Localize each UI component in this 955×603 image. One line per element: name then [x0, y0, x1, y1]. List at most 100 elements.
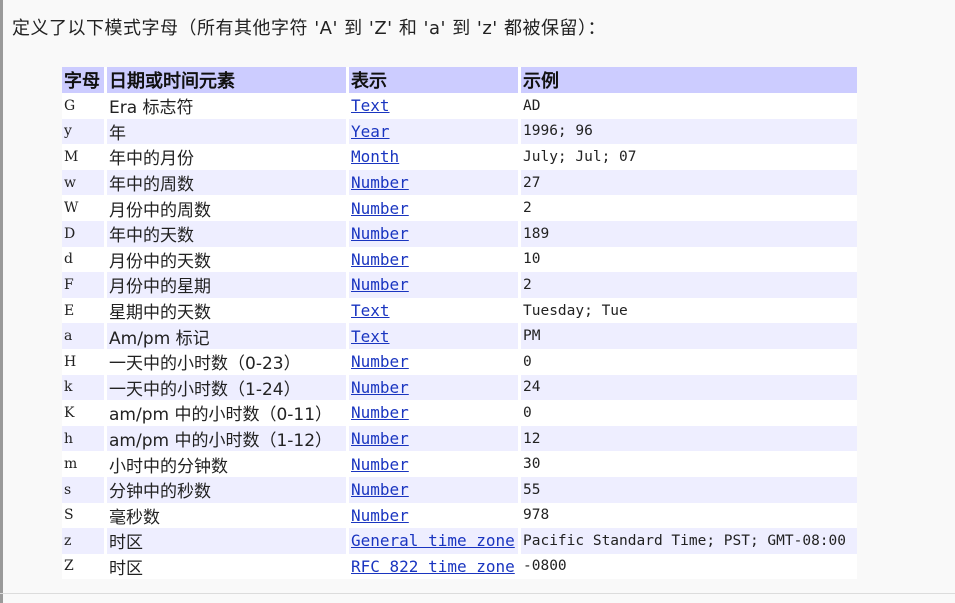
example-cell: 2 — [519, 195, 857, 221]
date-time-element: 时区 — [105, 553, 349, 580]
date-time-element: 年中的周数 — [105, 169, 349, 196]
table-row: E 星期中的天数 Text Tuesday; Tue — [62, 297, 857, 324]
header-element: 日期或时间元素 — [105, 67, 349, 93]
example-cell: 189 — [519, 220, 857, 247]
example-cell: 30 — [519, 451, 857, 477]
table-row: Kam/pm 中的小时数（0-11） Number 0 — [62, 400, 857, 426]
date-time-element: 月份中的星期 — [105, 272, 349, 298]
date-time-element: 毫秒数 — [105, 502, 349, 529]
presentation-cell: Number — [347, 476, 521, 503]
presentation-link[interactable]: Number — [351, 275, 409, 294]
example-cell: 24 — [519, 374, 857, 401]
presentation-link[interactable]: Year — [351, 122, 390, 141]
date-time-element: Era 标志符 — [105, 93, 349, 119]
header-letter: 字母 — [62, 67, 107, 93]
table-row: y 年 Year 1996; 96 — [62, 118, 857, 145]
table-header-row: 字母 日期或时间元素 表示 示例 — [62, 67, 857, 93]
pattern-letter: m — [62, 451, 107, 477]
presentation-cell: Number — [347, 425, 521, 452]
presentation-link[interactable]: Number — [351, 199, 409, 218]
example-cell: AD — [519, 93, 857, 119]
presentation-link[interactable]: Month — [351, 147, 399, 166]
presentation-cell: Number — [347, 195, 521, 221]
table-row: m 小时中的分钟数 Number 30 — [62, 451, 857, 477]
presentation-cell: Text — [347, 297, 521, 324]
example-cell: 0 — [519, 348, 857, 375]
presentation-link[interactable]: Number — [351, 403, 409, 422]
presentation-link[interactable]: Text — [351, 301, 390, 320]
example-cell: 10 — [519, 246, 857, 273]
table-row: S 毫秒数 Number 978 — [62, 502, 857, 529]
example-cell: July; Jul; 07 — [519, 144, 857, 170]
date-time-element: 一天中的小时数（0-23） — [105, 348, 349, 375]
example-cell: 12 — [519, 425, 857, 452]
presentation-cell: Year — [347, 118, 521, 145]
presentation-cell: Number — [347, 169, 521, 196]
table-row: W 月份中的周数 Number 2 — [62, 195, 857, 221]
table-row: H 一天中的小时数（0-23） Number 0 — [62, 348, 857, 375]
pattern-letter: y — [62, 118, 107, 145]
table-row: s 分钟中的秒数 Number 55 — [62, 476, 857, 503]
presentation-cell: RFC 822 time zone — [347, 553, 521, 580]
date-time-element: 月份中的周数 — [105, 195, 349, 221]
intro-paragraph: 定义了以下模式字母（所有其他字符 'A' 到 'Z' 和 'a' 到 'z' 都… — [12, 18, 606, 39]
table-row: w 年中的周数 Number 27 — [62, 169, 857, 196]
date-time-element: 一天中的小时数（1-24） — [105, 374, 349, 401]
presentation-cell: General time zone — [347, 528, 521, 554]
presentation-link[interactable]: Number — [351, 506, 409, 525]
presentation-link[interactable]: RFC 822 time zone — [351, 557, 515, 576]
document-page: 定义了以下模式字母（所有其他字符 'A' 到 'Z' 和 'a' 到 'z' 都… — [0, 0, 955, 603]
example-cell: 27 — [519, 169, 857, 196]
pattern-letter: H — [62, 348, 107, 375]
table-body: G Era 标志符 Text AD y 年 Year 1996; 96 M 年中的月份 Month J… — [62, 93, 857, 580]
presentation-cell: Text — [347, 323, 521, 349]
presentation-cell: Number — [347, 272, 521, 298]
pattern-letter: Z — [62, 553, 107, 580]
date-time-element: am/pm 中的小时数（1-12） — [105, 425, 349, 452]
presentation-link[interactable]: Number — [351, 250, 409, 269]
header-presentation: 表示 — [347, 67, 521, 93]
presentation-cell: Number — [347, 451, 521, 477]
presentation-cell: Number — [347, 348, 521, 375]
pattern-letter: S — [62, 502, 107, 529]
table-row: z 时区 General time zone Pacific Standard Tim… — [62, 528, 857, 554]
presentation-cell: Number — [347, 400, 521, 426]
presentation-link[interactable]: Number — [351, 378, 409, 397]
presentation-link[interactable]: Number — [351, 173, 409, 192]
pattern-letter: F — [62, 272, 107, 298]
presentation-link[interactable]: Number — [351, 224, 409, 243]
pattern-letter: E — [62, 297, 107, 324]
table-row: h am/pm 中的小时数（1-12） Number 12 — [62, 425, 857, 452]
table-row: M 年中的月份 Month July; Jul; 07 — [62, 144, 857, 170]
pattern-letters-table: 字母 日期或时间元素 表示 示例 G Era 标志符 Text AD y 年 Year 199… — [62, 67, 857, 580]
pattern-letter: k — [62, 374, 107, 401]
pattern-letter: z — [62, 528, 107, 554]
date-time-element: 年 — [105, 118, 349, 145]
example-cell: 1996; 96 — [519, 118, 857, 145]
pattern-letter: K — [62, 400, 107, 426]
date-time-element: 年中的月份 — [105, 144, 349, 170]
presentation-link[interactable]: Number — [351, 455, 409, 474]
bottom-divider — [0, 593, 955, 594]
date-time-element: Am/pm 标记 — [105, 323, 349, 349]
table-row: d 月份中的天数 Number 10 — [62, 246, 857, 273]
date-time-element: am/pm 中的小时数（0-11） — [105, 400, 349, 426]
presentation-link[interactable]: Number — [351, 429, 409, 448]
date-time-element: 月份中的天数 — [105, 246, 349, 273]
pattern-letter: s — [62, 476, 107, 503]
presentation-link[interactable]: Text — [351, 96, 390, 115]
presentation-cell: Number — [347, 374, 521, 401]
date-time-element: 星期中的天数 — [105, 297, 349, 324]
pattern-letter: w — [62, 169, 107, 196]
table-row: G Era 标志符 Text AD — [62, 93, 857, 119]
presentation-link[interactable]: Number — [351, 480, 409, 499]
pattern-letter: M — [62, 144, 107, 170]
pattern-letter: G — [62, 93, 107, 119]
presentation-link[interactable]: General time zone — [351, 531, 515, 550]
left-border — [0, 0, 3, 603]
example-cell: -0800 — [519, 553, 857, 580]
table-row: a Am/pm 标记 Text PM — [62, 323, 857, 349]
presentation-link[interactable]: Number — [351, 352, 409, 371]
example-cell: 2 — [519, 272, 857, 298]
presentation-link[interactable]: Text — [351, 327, 390, 346]
